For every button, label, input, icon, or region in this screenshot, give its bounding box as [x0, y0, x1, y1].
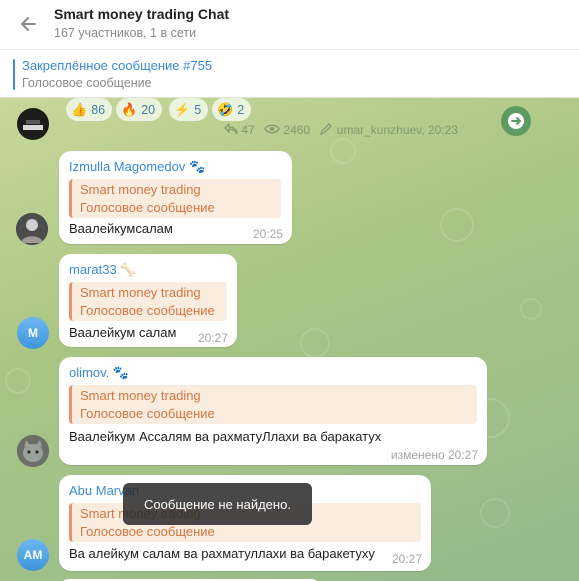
quote-text: Голосовое сообщение — [80, 406, 215, 421]
user-photo-icon — [16, 213, 48, 245]
bone-icon: 🦴 — [120, 262, 137, 277]
message-text: Ваалейкум салам — [69, 325, 177, 340]
message-bubble[interactable]: Izmulla Magomedov 🐾 Smart money trading … — [59, 151, 292, 244]
forward-icon — [224, 122, 238, 135]
pinned-title: Закреплённое сообщение #755 — [22, 58, 213, 73]
sender-name[interactable]: olimov. 🐾 — [69, 365, 129, 381]
lightning-icon: ⚡ — [174, 101, 191, 117]
reaction-count: 2 — [237, 102, 245, 117]
pinned-text: Голосовое сообщение — [22, 76, 152, 90]
reply-quote[interactable]: Smart money trading Голосовое сообщение — [69, 282, 227, 321]
wallpaper-doodle — [300, 328, 330, 358]
paw-icon: 🐾 — [112, 365, 130, 380]
quote-title: Smart money trading — [80, 388, 201, 403]
chat-title[interactable]: Smart money trading Chat — [54, 6, 229, 22]
fire-icon: 🔥 — [121, 101, 138, 117]
reaction-lightning[interactable]: ⚡ 5 — [169, 98, 209, 121]
forward-count: 47 — [241, 123, 255, 137]
chat-area[interactable]: 👍 86 🔥 20 ⚡ 5 🤣 2 47 2460 umar_kunzhuev, — [0, 98, 579, 581]
author-time: umar_kunzhuev, 20:23 — [336, 123, 458, 137]
sender-name-text: marat33 — [69, 262, 117, 277]
pinned-message[interactable]: Закреплённое сообщение #755 Голосовое со… — [0, 51, 579, 98]
sender-name[interactable]: marat33 🦴 — [69, 262, 137, 278]
reaction-rofl[interactable]: 🤣 2 — [212, 98, 252, 121]
rofl-icon: 🤣 — [217, 101, 234, 117]
wallpaper-doodle — [440, 208, 474, 242]
avatar[interactable] — [16, 213, 48, 245]
back-button[interactable] — [14, 10, 42, 38]
quote-text: Голосовое сообщение — [80, 303, 215, 318]
avatar[interactable] — [17, 435, 49, 467]
reaction-thumbs-up[interactable]: 👍 86 — [66, 98, 113, 121]
reply-quote[interactable]: Smart money trading Голосовое сообщение — [69, 385, 477, 424]
eye-icon — [264, 124, 280, 134]
reaction-fire[interactable]: 🔥 20 — [116, 98, 163, 121]
reaction-count: 5 — [194, 102, 202, 117]
reaction-count: 20 — [141, 102, 156, 117]
wallpaper-doodle — [480, 498, 510, 528]
sender-name-text: olimov. — [69, 365, 110, 380]
sender-name[interactable]: Izmulla Magomedov 🐾 — [69, 159, 205, 175]
pencil-icon — [320, 123, 333, 135]
toast-notification: Сообщение не найдено. — [123, 483, 312, 525]
reaction-count: 86 — [91, 102, 106, 117]
pinned-indicator — [13, 59, 15, 90]
quote-text: Голосовое сообщение — [80, 200, 215, 215]
wallpaper-doodle — [330, 138, 356, 164]
avatar[interactable]: AM — [17, 539, 49, 571]
arrow-left-icon — [21, 17, 36, 31]
message-time: 20:27 — [197, 331, 228, 345]
avatar[interactable]: M — [17, 317, 49, 349]
message-text: Ва алейкум салам ва рахматуллахи ва бара… — [69, 546, 375, 561]
paw-icon: 🐾 — [188, 159, 206, 174]
share-button[interactable] — [501, 106, 531, 136]
arrow-right-icon — [508, 113, 524, 129]
sender-name-text: Izmulla Magomedov — [69, 159, 186, 174]
message-time: 20:27 — [391, 552, 422, 566]
reply-quote[interactable]: Smart money trading Голосовое сообщение — [69, 179, 281, 218]
avatar-initials: AM — [23, 548, 43, 562]
wallpaper-doodle — [520, 298, 542, 320]
toast-text: Сообщение не найдено. — [144, 496, 291, 512]
view-count: 2460 — [283, 123, 311, 137]
avatar-initials: M — [28, 326, 38, 340]
avatar[interactable] — [17, 108, 49, 140]
message-meta: 47 2460 umar_kunzhuev, 20:23 — [224, 122, 458, 137]
quote-text: Голосовое сообщение — [80, 524, 215, 539]
message-time: 20:25 — [252, 227, 283, 241]
quote-title: Smart money trading — [80, 285, 201, 300]
message-bubble[interactable]: olimov. 🐾 Smart money trading Голосовое … — [59, 357, 487, 465]
chat-members-status: 167 участников, 1 в сети — [54, 26, 197, 40]
chat-header: Smart money trading Chat 167 участников,… — [0, 0, 579, 50]
quote-title: Smart money trading — [80, 182, 201, 197]
avatar-image-icon — [23, 120, 43, 130]
wallpaper-doodle — [5, 368, 31, 394]
message-text: Ваалейкумсалам — [69, 221, 173, 236]
thumbs-up-icon: 👍 — [71, 101, 88, 117]
message-bubble[interactable]: marat33 🦴 Smart money trading Голосовое … — [59, 254, 237, 347]
message-text: Ваалейкум Ассалям ва рахматуЛлахи ва бар… — [69, 429, 382, 444]
cat-photo-icon — [17, 435, 49, 467]
message-time: изменено 20:27 — [390, 448, 478, 462]
